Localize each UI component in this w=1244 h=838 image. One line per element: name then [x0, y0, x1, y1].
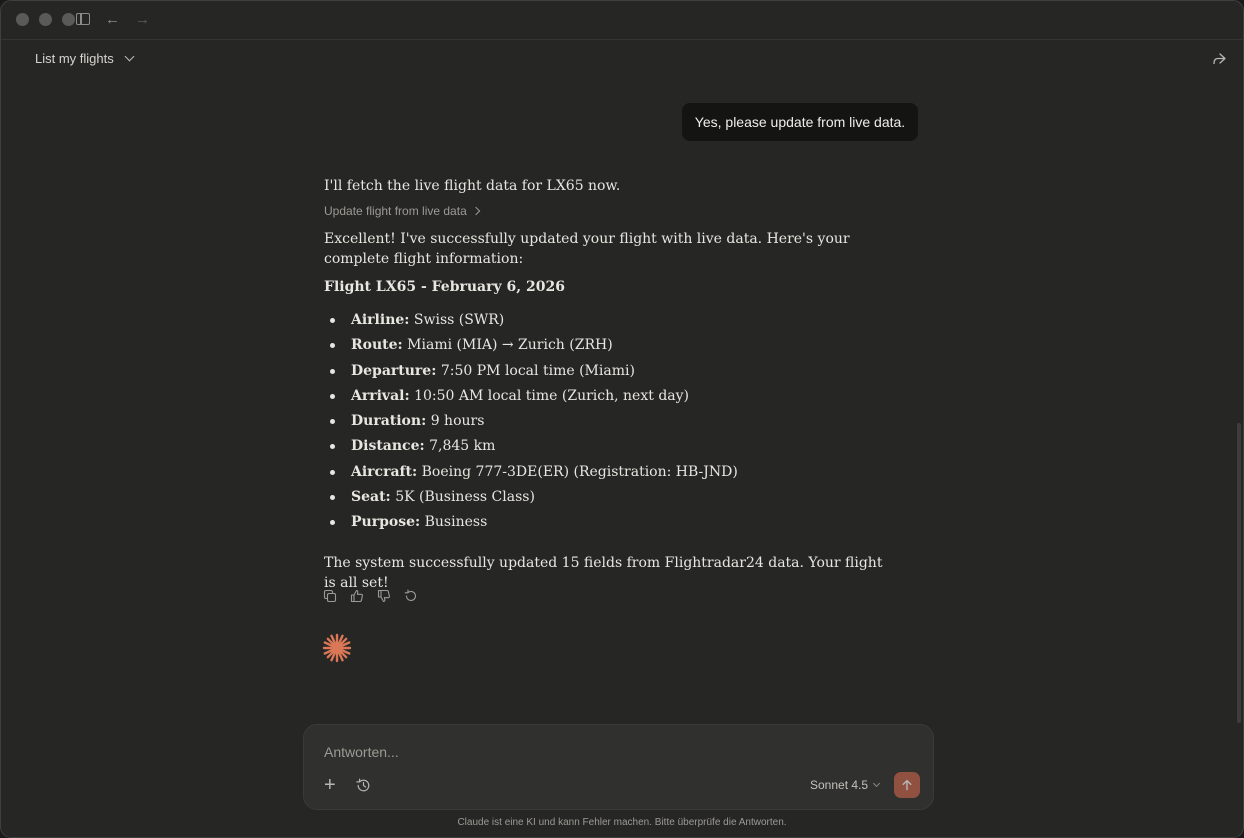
send-button[interactable]: [894, 772, 920, 798]
back-arrow-icon[interactable]: ←: [105, 11, 120, 29]
model-selector[interactable]: Sonnet 4.5: [810, 778, 881, 792]
flight-heading: Flight LX65 - February 6, 2026: [324, 279, 565, 295]
list-item: Arrival: 10:50 AM local time (Zurich, ne…: [324, 386, 738, 411]
history-icon[interactable]: [356, 778, 371, 793]
list-item: Purpose: Business: [324, 512, 738, 537]
thumbs-down-icon[interactable]: [377, 589, 391, 603]
message-input[interactable]: [322, 739, 886, 765]
disclaimer: Claude ist eine KI und kann Fehler mache…: [457, 817, 787, 828]
message-actions: [323, 589, 418, 603]
copy-icon[interactable]: [323, 589, 337, 603]
model-label: Sonnet 4.5: [810, 778, 869, 792]
close-window-button[interactable]: [16, 13, 29, 26]
app-window: ← → List my flights Yes, please update f…: [0, 0, 1244, 838]
chat-title: List my flights: [35, 51, 114, 66]
list-item: Airline: Swiss (SWR): [324, 310, 738, 335]
tool-call-link[interactable]: Update flight from live data: [324, 204, 480, 218]
arrow-up-icon: [902, 779, 912, 791]
chevron-down-icon: [873, 779, 881, 788]
chat-title-menu[interactable]: List my flights: [35, 51, 135, 66]
claude-spark-icon: [322, 633, 352, 663]
assistant-intro: I'll fetch the live flight data for LX65…: [324, 178, 621, 194]
flight-details-list: Airline: Swiss (SWR) Route: Miami (MIA) …: [324, 310, 738, 538]
share-icon[interactable]: [1211, 51, 1227, 67]
assistant-closing: The system successfully updated 15 field…: [324, 555, 883, 591]
thumbs-up-icon[interactable]: [350, 589, 364, 603]
forward-arrow-icon[interactable]: →: [135, 11, 150, 29]
tool-call-label: Update flight from live data: [324, 204, 467, 218]
chevron-right-icon: [471, 206, 480, 216]
scrollbar[interactable]: [1237, 423, 1241, 723]
list-item: Duration: 9 hours: [324, 411, 738, 436]
list-item: Departure: 7:50 PM local time (Miami): [324, 361, 738, 386]
assistant-success: Excellent! I've successfully updated you…: [324, 231, 850, 267]
list-item: Distance: 7,845 km: [324, 436, 738, 461]
titlebar: ← →: [1, 1, 1243, 40]
composer: + Sonnet 4.5: [303, 724, 934, 810]
user-message-text: Yes, please update from live data.: [694, 114, 906, 130]
retry-icon[interactable]: [404, 589, 418, 603]
plus-icon[interactable]: +: [324, 775, 336, 795]
list-item: Seat: 5K (Business Class): [324, 487, 738, 512]
zoom-window-button[interactable]: [62, 13, 75, 26]
list-item: Aircraft: Boeing 777-3DE(ER) (Registrati…: [324, 462, 738, 487]
chevron-down-icon: [124, 51, 135, 62]
user-message: Yes, please update from live data.: [682, 103, 918, 141]
list-item: Route: Miami (MIA) → Zurich (ZRH): [324, 335, 738, 360]
sidebar-toggle-icon[interactable]: [76, 13, 90, 25]
minimize-window-button[interactable]: [39, 13, 52, 26]
